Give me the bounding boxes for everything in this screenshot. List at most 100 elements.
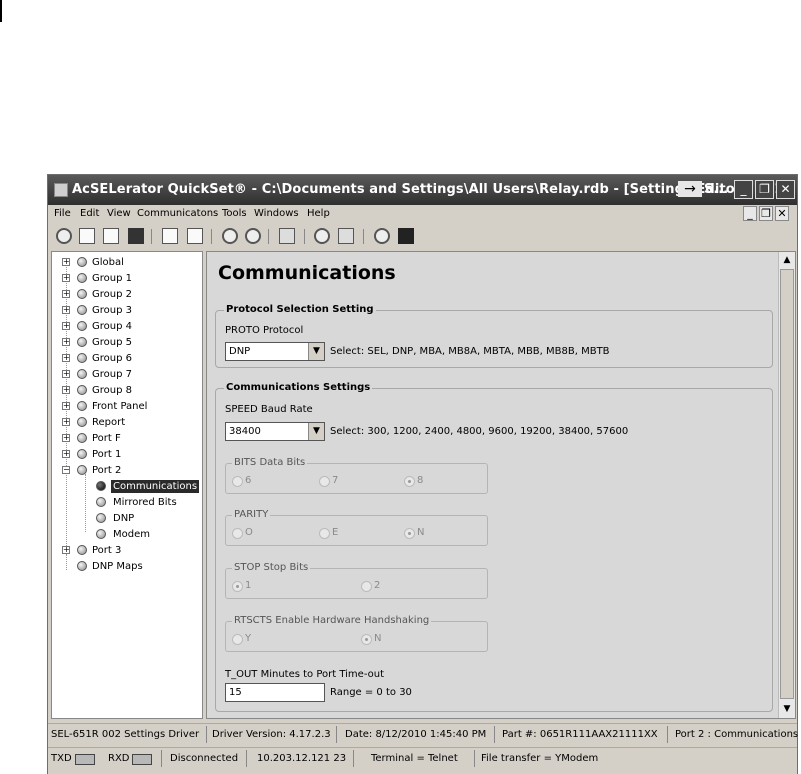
app-icon[interactable] — [54, 183, 68, 197]
menu-file[interactable]: File — [54, 208, 71, 219]
expand-icon[interactable]: + — [62, 290, 70, 298]
node-icon — [96, 513, 106, 523]
tree-label: Group 5 — [92, 337, 132, 348]
bits-8-radio[interactable] — [404, 476, 415, 487]
tout-input[interactable]: 15 — [225, 683, 325, 702]
parity-o-radio[interactable] — [232, 528, 243, 539]
expand-icon[interactable]: + — [62, 322, 70, 330]
menu-edit[interactable]: Edit — [80, 208, 99, 219]
tree-label: DNP — [113, 513, 135, 524]
expand-icon[interactable]: + — [62, 546, 70, 554]
node-icon — [96, 497, 106, 507]
save-icon[interactable] — [128, 228, 144, 244]
status-separator — [353, 750, 354, 767]
vertical-scrollbar[interactable]: ▲ ▼ — [778, 252, 795, 718]
txd-indicator — [75, 754, 95, 765]
hmi-icon[interactable] — [398, 228, 414, 244]
rtscts-n-label: N — [374, 633, 382, 644]
speed-label: SPEED Baud Rate — [225, 404, 313, 415]
protocol-select[interactable]: DNP ▼ — [225, 342, 325, 361]
status-separator — [474, 750, 475, 767]
refresh-icon[interactable] — [245, 228, 261, 244]
rxd-indicator — [132, 754, 152, 765]
terminal-icon[interactable] — [314, 228, 330, 244]
collapse-icon[interactable]: − — [62, 466, 70, 474]
open-folder-icon[interactable] — [103, 228, 119, 244]
expand-icon[interactable]: + — [62, 386, 70, 394]
settings-panel: Communications Protocol Selection Settin… — [206, 251, 796, 719]
rxd-label: RXD — [108, 753, 130, 764]
menu-windows[interactable]: Windows — [254, 208, 299, 219]
menu-communications[interactable]: Communicatons — [137, 208, 218, 219]
rtscts-y-radio[interactable] — [232, 634, 243, 645]
parity-n-radio[interactable] — [404, 528, 415, 539]
send-settings-icon[interactable] — [162, 228, 178, 244]
speed-select[interactable]: 38400 ▼ — [225, 422, 325, 441]
new-file-icon[interactable] — [79, 228, 95, 244]
expand-icon[interactable]: + — [62, 402, 70, 410]
scroll-thumb[interactable] — [780, 269, 794, 699]
rtscts-y-label: Y — [245, 633, 252, 644]
scroll-down-icon[interactable]: ▼ — [780, 702, 794, 717]
node-icon — [96, 529, 106, 539]
stop-2-label: 2 — [374, 580, 381, 591]
title-bar[interactable]: AcSELerator QuickSet® - C:\Documents and… — [48, 175, 801, 205]
expand-icon[interactable]: + — [62, 434, 70, 442]
status-separator — [206, 726, 207, 743]
rtscts-label: RTSCTS Enable Hardware Handshaking — [232, 615, 432, 626]
txd-label: TXD — [51, 753, 72, 764]
globe-icon[interactable] — [56, 228, 72, 244]
file-transfer: File transfer = YModem — [481, 753, 599, 764]
read-settings-icon[interactable] — [187, 228, 203, 244]
database-icon[interactable] — [338, 228, 354, 244]
current-location: Port 2 : Communications — [675, 729, 799, 740]
mdi-restore-button[interactable]: ❐ — [759, 206, 773, 221]
parity-e-radio[interactable] — [319, 528, 330, 539]
expand-icon[interactable]: + — [62, 338, 70, 346]
node-icon — [77, 337, 87, 347]
status-bar: SEL-651R 002 Settings Driver Driver Vers… — [48, 723, 799, 746]
chevron-down-icon[interactable]: ▼ — [308, 423, 324, 440]
tree-label: DNP Maps — [92, 561, 143, 572]
mdi-minimize-button[interactable]: _ — [743, 206, 757, 221]
stop-1-radio[interactable] — [232, 581, 243, 592]
chevron-down-icon[interactable]: ▼ — [308, 343, 324, 360]
node-icon — [77, 401, 87, 411]
connection-bar: TXD RXD Disconnected 10.203.12.121 23 Te… — [48, 747, 797, 774]
expand-icon[interactable]: + — [62, 370, 70, 378]
scroll-up-icon[interactable]: ▲ — [780, 253, 794, 268]
toolbar-separator — [363, 229, 364, 244]
expand-icon[interactable]: + — [62, 418, 70, 426]
expand-icon[interactable]: + — [62, 274, 70, 282]
power-icon[interactable] — [222, 228, 238, 244]
parity-label: PARITY — [232, 509, 271, 520]
stop-2-radio[interactable] — [361, 581, 372, 592]
bits-7-label: 7 — [332, 475, 339, 486]
tree-label: Group 1 — [92, 273, 132, 284]
toolbar-separator — [151, 229, 152, 244]
bits-6-radio[interactable] — [232, 476, 243, 487]
tree-label: Report — [92, 417, 126, 428]
expand-icon[interactable]: + — [62, 354, 70, 362]
node-icon — [77, 561, 87, 571]
rtscts-n-radio[interactable] — [361, 634, 372, 645]
menu-tools[interactable]: Tools — [222, 208, 247, 219]
menu-view[interactable]: View — [107, 208, 131, 219]
menu-help[interactable]: Help — [307, 208, 330, 219]
expand-icon[interactable]: + — [62, 258, 70, 266]
expand-icon[interactable]: + — [62, 306, 70, 314]
tree-line — [85, 474, 86, 532]
expand-icon[interactable]: + — [62, 450, 70, 458]
speed-select-options: Select: 300, 1200, 2400, 4800, 9600, 192… — [330, 426, 629, 437]
mdi-close-button[interactable]: ✕ — [775, 206, 789, 221]
crop-mark — [0, 0, 2, 22]
bits-7-radio[interactable] — [319, 476, 330, 487]
spell-check-icon[interactable] — [279, 228, 295, 244]
page-title: Communications — [218, 262, 396, 284]
minimize-button[interactable]: _ — [734, 180, 753, 199]
restore-button[interactable]: ❐ — [755, 180, 774, 199]
tout-range: Range = 0 to 30 — [330, 687, 412, 698]
terminal-type: Terminal = Telnet — [371, 753, 458, 764]
close-button[interactable]: ✕ — [776, 180, 795, 199]
meter-icon[interactable] — [374, 228, 390, 244]
